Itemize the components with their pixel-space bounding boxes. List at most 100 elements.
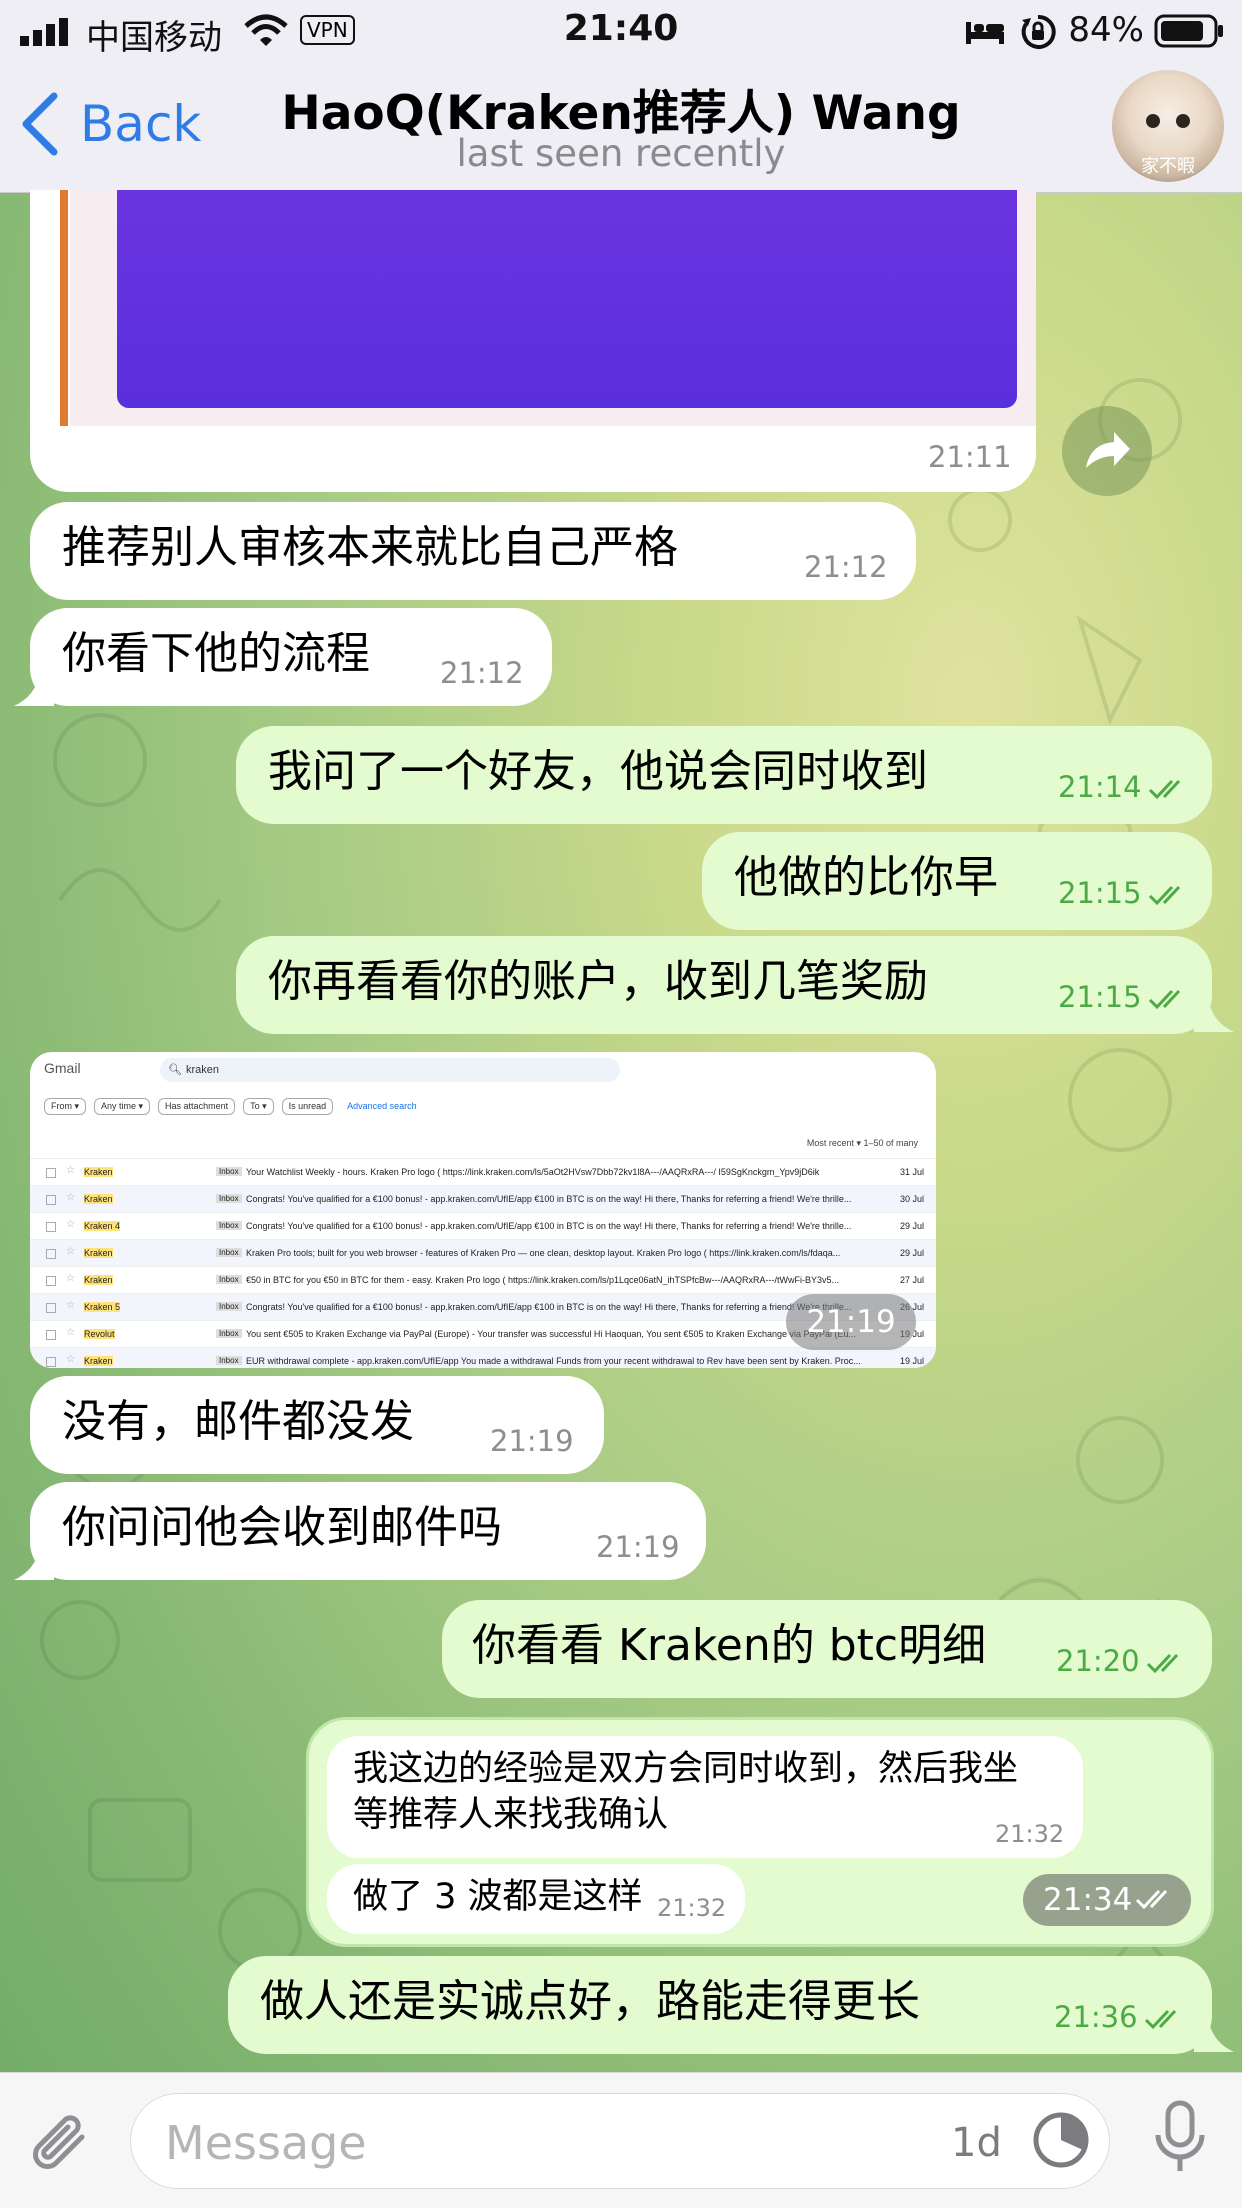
- message-time: 21:19: [490, 1424, 574, 1458]
- message-bubble-incoming[interactable]: 没有，邮件都没发 21:19: [30, 1376, 604, 1474]
- chat-header: Back HaoQ(Kraken推荐人) Wang last seen rece…: [0, 62, 1242, 193]
- gmail-subject: Congrats! You've qualified for a €100 bo…: [246, 1194, 852, 1204]
- share-button[interactable]: [1062, 406, 1152, 496]
- message-composer: Message 1d: [0, 2072, 1242, 2208]
- message-text: 你看看 Kraken的 btc明细: [472, 1620, 987, 1671]
- message-text: 做人还是实诚点好，路能走得更长: [260, 1976, 920, 2027]
- gmail-sender: Kraken 5: [84, 1302, 121, 1312]
- gmail-chip: Has attachment: [158, 1098, 236, 1115]
- battery-percent: 84%: [1068, 10, 1144, 50]
- avatar[interactable]: 家不暇: [1112, 70, 1224, 182]
- checkbox-icon: [46, 1276, 56, 1286]
- message-text: 他做的比你早: [734, 852, 998, 903]
- gmail-row: ☆ Kraken Inbox Kraken Pro tools; built for …: [30, 1239, 936, 1266]
- message-bubble-outgoing[interactable]: 我问了一个好友，他说会同时收到 21:14: [236, 726, 1212, 824]
- forwarded-messages-image[interactable]: 我这边的经验是双方会同时收到，然后我坐 等推荐人来找我确认 21:32 做了 3…: [306, 1717, 1214, 1947]
- gmail-sender: Kraken: [84, 1248, 113, 1258]
- orientation-lock-icon: [1021, 14, 1056, 49]
- message-time: 21:12: [804, 550, 888, 584]
- checkbox-icon: [46, 1303, 56, 1313]
- star-icon: ☆: [66, 1246, 75, 1257]
- double-check-icon: [1144, 2009, 1177, 2030]
- quoted-bubble: 做了 3 波都是这样 21:32: [327, 1864, 745, 1934]
- checkbox-icon: [46, 1168, 56, 1178]
- message-bubble-outgoing[interactable]: 你再看看你的账户，收到几笔奖励 21:15: [236, 936, 1212, 1034]
- double-check-icon: [1135, 1889, 1168, 1910]
- gmail-date: 30 Jul: [899, 1194, 924, 1204]
- voice-message-button[interactable]: [1150, 2099, 1210, 2183]
- message-time: 21:20: [1056, 1644, 1140, 1678]
- image-message[interactable]: 21:11: [30, 190, 1036, 492]
- message-input[interactable]: Message 1d: [130, 2093, 1110, 2189]
- gmail-date: 27 Jul: [899, 1275, 924, 1285]
- message-bubble-incoming[interactable]: 推荐别人审核本来就比自己严格 21:12: [30, 502, 916, 600]
- star-icon: ☆: [66, 1327, 75, 1338]
- image-preview[interactable]: [117, 190, 1017, 408]
- message-time: 21:36: [1054, 2000, 1138, 2034]
- gmail-date: 29 Jul: [899, 1248, 924, 1258]
- battery-icon: [1154, 14, 1223, 48]
- gmail-row: ☆ Kraken Inbox Congrats! You've qualified f…: [30, 1185, 936, 1212]
- paperclip-icon: [33, 2115, 85, 2169]
- gmail-row: ☆ Kraken Inbox Your Watchlist Weekly - hour…: [30, 1158, 936, 1185]
- auto-delete-timer-label: 1d: [951, 2120, 1002, 2166]
- chat-status: last seen recently: [456, 132, 786, 175]
- checkbox-icon: [46, 1222, 56, 1232]
- microphone-icon: [1155, 2100, 1205, 2171]
- message-time: 21:15: [1058, 876, 1142, 910]
- gmail-sender: Kraken: [84, 1167, 113, 1177]
- gmail-chip: Is unread: [281, 1098, 334, 1115]
- gmail-inbox-tag: Inbox: [216, 1167, 242, 1176]
- gmail-subject: Your Watchlist Weekly - hours. Kraken Pr…: [246, 1167, 820, 1177]
- message-bubble-incoming[interactable]: 你看下他的流程 21:12: [30, 608, 552, 706]
- quoted-time: 21:32: [995, 1820, 1065, 1848]
- message-text: 你看下他的流程: [62, 628, 370, 679]
- checkbox-icon: [46, 1330, 56, 1340]
- avatar-eye: [1146, 114, 1160, 128]
- double-check-icon: [1148, 779, 1181, 800]
- message-time: 21:12: [440, 656, 524, 690]
- gmail-inbox-tag: Inbox: [216, 1275, 242, 1284]
- message-placeholder: Message: [165, 2116, 367, 2170]
- message-time: 21:11: [928, 440, 1012, 474]
- gmail-inbox-tag: Inbox: [216, 1221, 242, 1230]
- star-icon: ☆: [66, 1165, 75, 1176]
- gmail-inbox-tag: Inbox: [216, 1302, 242, 1311]
- star-icon: ☆: [66, 1300, 75, 1311]
- gmail-row: ☆ Kraken Inbox €50 in BTC for you €50 in BT…: [30, 1266, 936, 1293]
- message-bubble-outgoing[interactable]: 做人还是实诚点好，路能走得更长 21:36: [228, 1956, 1212, 2054]
- gmail-sender: Kraken: [84, 1356, 113, 1366]
- auto-delete-timer-button[interactable]: [1031, 2110, 1091, 2174]
- message-time: 21:15: [1058, 980, 1142, 1014]
- image-time-badge: 21:34: [1023, 1874, 1191, 1926]
- quoted-bubble: 我这边的经验是双方会同时收到，然后我坐 等推荐人来找我确认 21:32: [327, 1736, 1083, 1858]
- message-text: 推荐别人审核本来就比自己严格: [62, 522, 678, 573]
- gmail-sort-label: Most recent ▾ 1–50 of many: [806, 1138, 918, 1148]
- message-time: 21:19: [596, 1530, 680, 1564]
- gmail-logo: Gmail: [44, 1060, 81, 1076]
- gmail-date: 19 Jul: [899, 1356, 924, 1366]
- checkbox-icon: [46, 1249, 56, 1259]
- gmail-sender: Revolut: [84, 1329, 115, 1339]
- gmail-row: ☆ Kraken Inbox EUR withdrawal complete - ap…: [30, 1347, 936, 1368]
- star-icon: ☆: [66, 1354, 75, 1365]
- gmail-subject: EUR withdrawal complete - app.kraken.com…: [246, 1356, 861, 1366]
- message-text: 没有，邮件都没发: [62, 1396, 414, 1447]
- message-text: 你再看看你的账户，收到几笔奖励: [268, 956, 928, 1007]
- gmail-date: 29 Jul: [899, 1221, 924, 1231]
- gmail-chip: From ▾: [44, 1098, 87, 1115]
- star-icon: ☆: [66, 1219, 75, 1230]
- gmail-date: 31 Jul: [899, 1167, 924, 1177]
- message-bubble-outgoing[interactable]: 你看看 Kraken的 btc明细 21:20: [442, 1600, 1212, 1698]
- gmail-row: ☆ Kraken 4 Inbox Congrats! You've qualified…: [30, 1212, 936, 1239]
- double-check-icon: [1148, 989, 1181, 1010]
- timer-icon: [1033, 2112, 1089, 2168]
- attach-button[interactable]: [30, 2109, 94, 2183]
- gmail-search-field: kraken 🔍︎: [160, 1058, 620, 1082]
- message-bubble-outgoing[interactable]: 他做的比你早 21:15: [702, 832, 1212, 930]
- message-bubble-incoming[interactable]: 你问问他会收到邮件吗 21:19: [30, 1482, 706, 1580]
- reply-accent-bar: [60, 190, 68, 426]
- quoted-text: 我这边的经验是双方会同时收到，然后我坐: [353, 1749, 1019, 1789]
- search-icon: 🔍︎: [168, 1064, 182, 1076]
- gmail-subject: Congrats! You've qualified for a €100 bo…: [246, 1221, 852, 1231]
